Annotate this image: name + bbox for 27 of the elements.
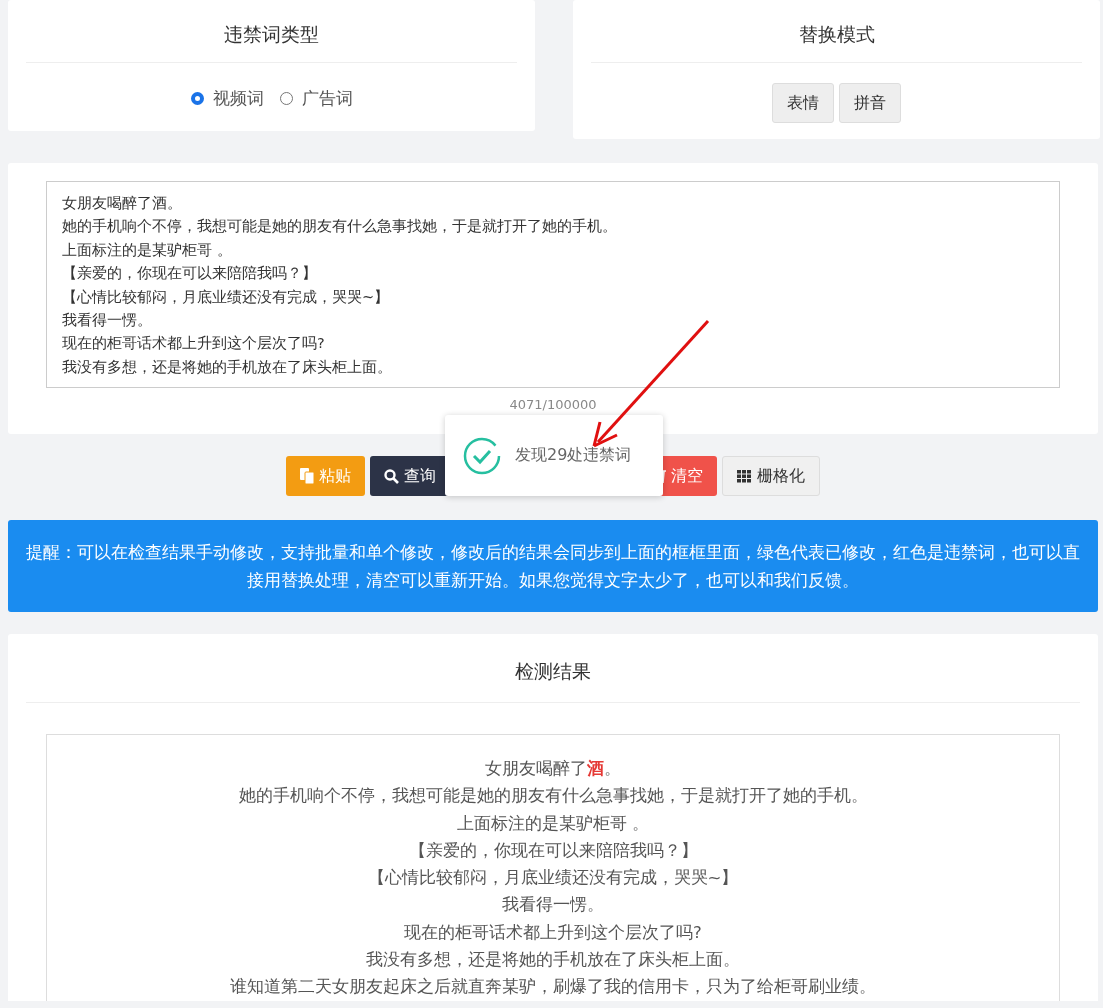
grid-button[interactable]: 栅格化 (722, 456, 820, 496)
card-title: 违禁词类型 (26, 0, 517, 63)
mode-button[interactable]: 拼音 (839, 83, 901, 123)
search-icon (384, 468, 399, 484)
result-line: 我没有多想，还是将她的手机放在了床头柜上面。 (366, 949, 740, 972)
check-circle-icon (463, 436, 501, 475)
radio-label[interactable]: 广告词 (301, 87, 353, 110)
radio-label[interactable]: 视频词 (212, 87, 264, 110)
paste-icon (300, 468, 314, 484)
radio-button[interactable] (279, 92, 293, 105)
grid-icon (737, 469, 752, 483)
notice-banner: 提醒：可以在检查结果手动修改，支持批量和单个修改，修改后的结果会同步到上面的框框里面，绿色代表已修改，红色是违禁词，也可以直接用替换处理，清空可以重新开始。如果您觉得文字太少了，也可以和我们反馈。 (8, 520, 1098, 612)
text-input-field[interactable]: 女朋友喝醉了酒。 她的手机响个不停，我想可能是她的朋友有什么急事找她，于是就打开了她的手机。 上面标注的是某驴柜哥 。 【亲爱的，你现在可以来陪陪我吗？】 【心情比较郁闷，月底业绩还没有完成，哭哭~】 我看得一愣。 现在的柜哥话术都上升到这个层次了吗? 我没有多想，还是将她的手机放在了床头柜上面。 (46, 181, 1060, 388)
radio-button[interactable] (190, 92, 204, 105)
character-counter: 4071/100000 (509, 397, 597, 412)
card-title: 替换模式 (591, 0, 1082, 63)
result-line: 【心情比较郁闷，月底业绩还没有完成，哭哭~】 (367, 867, 739, 890)
card-title: 检测结果 (26, 634, 1080, 703)
result-line: 我看得一愣。 (502, 894, 604, 917)
result-line: 她的手机响个不停，我想可能是她的朋友有什么急事找她，于是就打开了她的手机。 (238, 785, 868, 808)
toast-text: 发现29处违禁词 (515, 445, 632, 466)
result-line: 女朋友喝醉了酒。 (485, 758, 621, 780)
result-line: 现在的柜哥话术都上升到这个层次了吗? (404, 921, 702, 944)
result-line: 谁知道第二天女朋友起床之后就直奔某驴，刷爆了我的信用卡，只为了给柜哥刷业绩。 (230, 976, 876, 999)
mode-button[interactable]: 表情 (772, 83, 834, 123)
result-line: 【亲爱的，你现在可以来陪陪我吗？】 (408, 839, 698, 862)
result-line: 上面标注的是某驴柜哥 。 (456, 812, 650, 835)
